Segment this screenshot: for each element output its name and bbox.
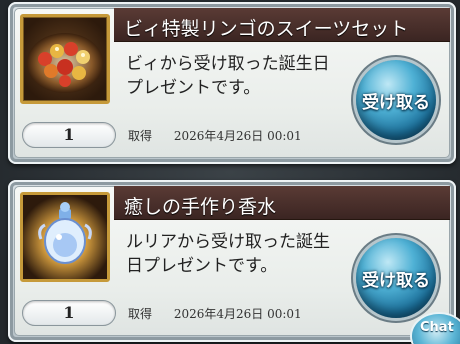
quantity-display: 1 (22, 300, 116, 326)
perfume-bottle-icon (20, 192, 110, 282)
acquired-label: 取得 (128, 307, 153, 321)
quantity-value: 1 (63, 303, 75, 322)
item-title-bar: 癒しの手作り香水 (114, 186, 450, 220)
quantity-value: 1 (63, 125, 75, 144)
acquired-date: 2026年4月26日 00:01 (173, 129, 302, 143)
apple-sweets-platter-icon (20, 14, 110, 104)
quantity-display: 1 (22, 122, 116, 148)
present-card: ビィ特製リンゴのスイーツセット ビィから受け取った誕生日プレゼントです。 受け取… (8, 2, 456, 164)
receive-button[interactable]: 受け取る (356, 60, 436, 140)
chat-button-label: Chat (420, 320, 454, 335)
acquired-info: 取得 2026年4月26日 00:01 (128, 127, 302, 144)
item-description: ビィから受け取った誕生日プレゼントです。 (126, 54, 330, 98)
receive-button-label: 受け取る (362, 93, 430, 113)
present-list-screen: ビィ特製リンゴのスイーツセット ビィから受け取った誕生日プレゼントです。 受け取… (0, 0, 460, 344)
item-title-bar: ビィ特製リンゴのスイーツセット (114, 8, 450, 42)
item-title: ビィ特製リンゴのスイーツセット (124, 18, 409, 40)
present-card: 癒しの手作り香水 ルリアから受け取った誕生日プレゼントです。 受け取る 1 取得… (8, 180, 456, 342)
receive-button[interactable]: 受け取る (356, 238, 436, 318)
acquired-label: 取得 (128, 129, 153, 143)
receive-button-label: 受け取る (362, 271, 430, 291)
item-description: ルリアから受け取った誕生日プレゼントです。 (126, 232, 330, 276)
item-title: 癒しの手作り香水 (124, 196, 277, 218)
acquired-date: 2026年4月26日 00:01 (173, 307, 302, 321)
acquired-info: 取得 2026年4月26日 00:01 (128, 305, 302, 322)
